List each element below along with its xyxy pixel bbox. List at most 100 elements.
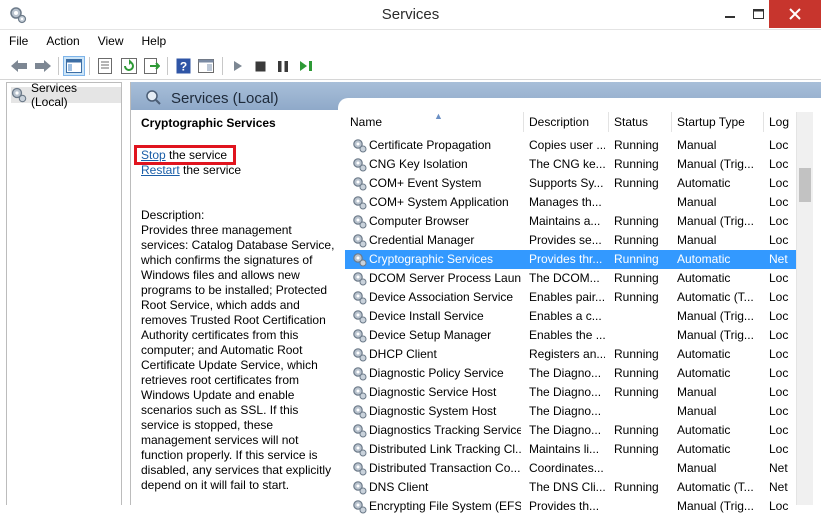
service-logon-cell: Net — [769, 480, 788, 494]
service-description-cell: Coordinates... — [529, 461, 604, 475]
service-row[interactable]: Encrypting File System (EFS) Provides th.… — [345, 497, 805, 516]
service-description-cell: Enables pair... — [529, 290, 605, 304]
minimize-button[interactable] — [716, 0, 744, 28]
back-arrow-icon — [11, 60, 27, 72]
menu-help[interactable]: Help — [142, 34, 167, 48]
stop-service-link[interactable]: Stop — [141, 148, 166, 162]
service-row[interactable]: Computer Browser Maintains a... Running Man… — [345, 212, 805, 231]
service-description-cell: The DCOM... — [529, 271, 600, 285]
service-logon-cell: Net — [769, 461, 788, 475]
service-name-cell: DNS Client — [369, 480, 429, 494]
stop-service-button[interactable] — [250, 56, 270, 76]
service-description-cell: Copies user ... — [529, 138, 605, 152]
minimize-icon — [725, 16, 735, 18]
list-tab-cap — [338, 98, 821, 112]
service-name-cell: CNG Key Isolation — [369, 157, 468, 171]
maximize-icon — [752, 9, 764, 19]
service-row[interactable]: Credential Manager Provides se... Running M… — [345, 231, 805, 250]
service-gear-icon — [353, 310, 367, 324]
service-row[interactable]: Diagnostic Policy Service The Diagno... Ru… — [345, 364, 805, 383]
service-gear-icon — [353, 177, 367, 191]
pane-title: Services (Local) — [171, 90, 279, 107]
service-row[interactable]: Distributed Transaction Co... Coordinates… — [345, 459, 805, 478]
service-row[interactable]: Device Setup Manager Enables the ... Manua… — [345, 326, 805, 345]
close-icon — [789, 8, 801, 20]
toolbar: ? — [0, 52, 821, 80]
column-header-status[interactable]: Status — [609, 112, 672, 132]
service-row[interactable]: Diagnostics Tracking Service The Diagno..… — [345, 421, 805, 440]
restart-service-button[interactable] — [296, 56, 316, 76]
service-name-cell: DHCP Client — [369, 347, 437, 361]
service-name-cell: Device Install Service — [369, 309, 484, 323]
back-button[interactable] — [9, 56, 29, 76]
service-row[interactable]: Device Association Service Enables pair..… — [345, 288, 805, 307]
service-row[interactable]: DCOM Server Process Laun... The DCOM... Ru… — [345, 269, 805, 288]
console-button[interactable] — [196, 56, 216, 76]
column-header-startup-type[interactable]: Startup Type — [672, 112, 764, 132]
service-logon-cell: Net — [769, 252, 788, 266]
service-row[interactable]: Diagnostic System Host The Diagno... Manua… — [345, 402, 805, 421]
service-logon-cell: Loc — [769, 404, 789, 418]
close-button[interactable] — [769, 0, 821, 28]
service-description-cell: The Diagno... — [529, 423, 602, 437]
service-row[interactable]: COM+ Event System Supports Sy... Running Au… — [345, 174, 805, 193]
service-row[interactable]: Device Install Service Enables a c... Manu… — [345, 307, 805, 326]
column-header-description[interactable]: Description — [524, 112, 609, 132]
service-row[interactable]: CNG Key Isolation The CNG ke... Running Man… — [345, 155, 805, 174]
service-logon-cell: Loc — [769, 214, 789, 228]
service-status-cell: Running — [614, 252, 659, 266]
maximize-button[interactable] — [744, 0, 772, 28]
console-icon — [198, 59, 214, 73]
service-status-cell: Running — [614, 233, 659, 247]
service-logon-cell: Loc — [769, 290, 789, 304]
service-row[interactable]: Distributed Link Tracking Cl... Maintains… — [345, 440, 805, 459]
refresh-button[interactable] — [119, 56, 139, 76]
service-name-cell: Diagnostic Service Host — [369, 385, 497, 399]
service-startup-cell: Automatic — [677, 442, 731, 456]
scrollbar-thumb[interactable] — [799, 168, 811, 202]
service-description-cell: The Diagno... — [529, 366, 602, 380]
stop-link-suffix: the service — [165, 148, 228, 162]
selected-service-name: Cryptographic Services — [141, 116, 276, 130]
vertical-scrollbar[interactable] — [796, 112, 813, 505]
forward-button[interactable] — [33, 56, 53, 76]
service-gear-icon — [353, 158, 367, 172]
service-logon-cell: Loc — [769, 176, 789, 190]
menu-file[interactable]: File — [9, 34, 28, 48]
service-status-cell: Running — [614, 385, 659, 399]
service-row[interactable]: Cryptographic Services Provides thr... Run… — [345, 250, 805, 269]
service-row[interactable]: DNS Client The DNS Cli... Running Automatic… — [345, 478, 805, 497]
service-row[interactable]: COM+ System Application Manages th... Manu… — [345, 193, 805, 212]
column-header-name[interactable]: Name ▲ — [345, 112, 524, 132]
stop-service-line: Stop the service — [141, 148, 227, 162]
service-status-cell: Running — [614, 366, 659, 380]
start-service-button[interactable] — [228, 56, 248, 76]
service-row[interactable]: Diagnostic Service Host The Diagno... Runn… — [345, 383, 805, 402]
service-gear-icon — [353, 443, 367, 457]
export-list-icon — [144, 58, 160, 74]
service-startup-cell: Manual (Trig... — [677, 499, 754, 513]
restart-service-link[interactable]: Restart — [141, 163, 180, 177]
show-hide-tree-button[interactable] — [63, 56, 85, 76]
toolbar-separator — [89, 57, 90, 75]
service-logon-cell: Loc — [769, 157, 789, 171]
service-logon-cell: Loc — [769, 385, 789, 399]
menu-view[interactable]: View — [98, 34, 124, 48]
services-list[interactable]: Name ▲ Description Status Startup Type L… — [345, 112, 821, 514]
description-text: Provides three management services: Cata… — [141, 223, 335, 492]
service-name-cell: Device Setup Manager — [369, 328, 492, 342]
service-gear-icon — [353, 291, 367, 305]
service-logon-cell: Loc — [769, 442, 789, 456]
properties-button[interactable] — [95, 56, 115, 76]
service-gear-icon — [353, 462, 367, 476]
help-button[interactable]: ? — [173, 56, 193, 76]
export-list-button[interactable] — [142, 56, 162, 76]
pause-service-button[interactable] — [273, 56, 293, 76]
tree-node-services-local[interactable]: Services (Local) — [11, 81, 121, 109]
service-logon-cell: Loc — [769, 366, 789, 380]
service-startup-cell: Automatic — [677, 252, 731, 266]
service-description-cell: The CNG ke... — [529, 157, 605, 171]
service-row[interactable]: Certificate Propagation Copies user ... Ru… — [345, 136, 805, 155]
menu-action[interactable]: Action — [46, 34, 79, 48]
service-row[interactable]: DHCP Client Registers an... Running Automat… — [345, 345, 805, 364]
